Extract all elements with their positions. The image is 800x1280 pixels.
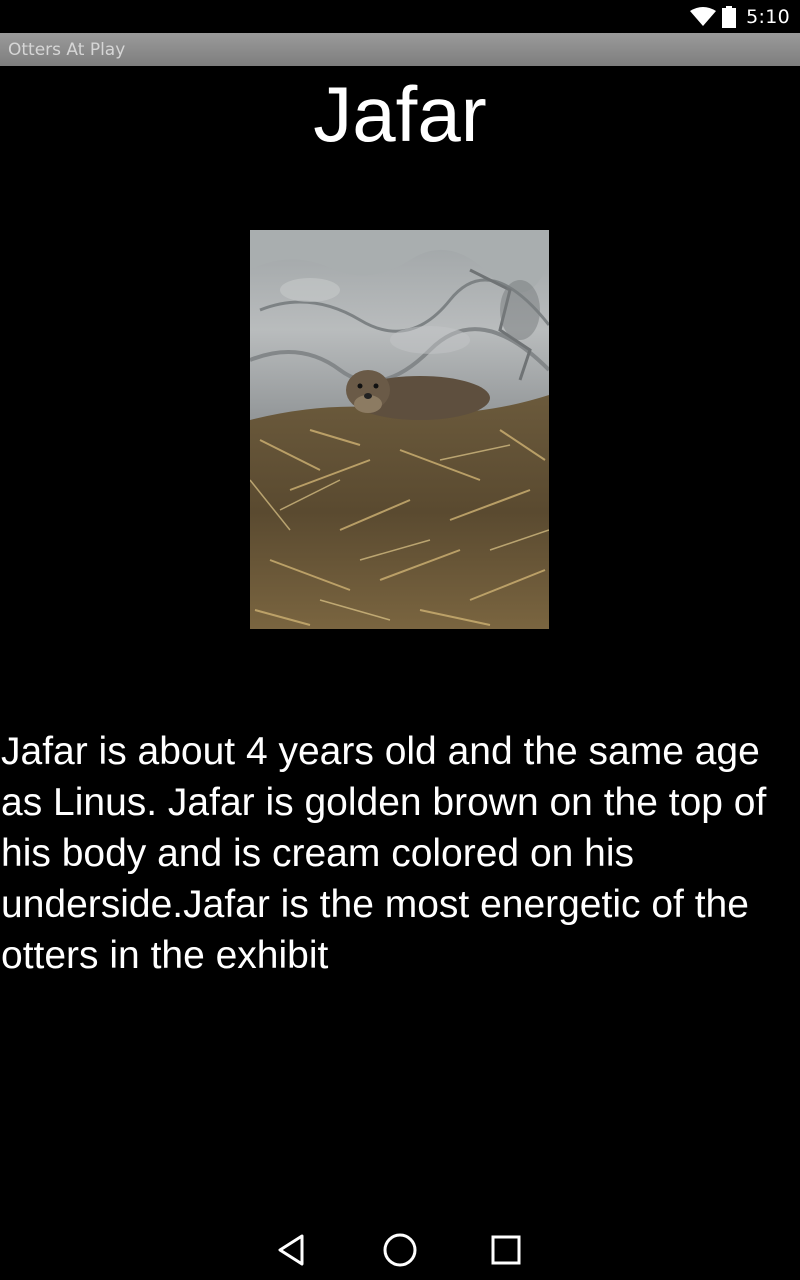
back-button[interactable]	[272, 1230, 312, 1270]
home-icon	[380, 1230, 420, 1270]
otter-name-heading: Jafar	[313, 70, 487, 158]
app-title: Otters At Play	[8, 39, 126, 60]
battery-icon	[722, 5, 737, 28]
home-button[interactable]	[380, 1230, 420, 1270]
status-bar: 5:10	[0, 0, 800, 33]
otter-description: Jafar is about 4 years old and the same …	[1, 730, 767, 977]
status-time: 5:10	[746, 5, 790, 28]
back-icon	[272, 1230, 312, 1270]
wifi-icon	[690, 6, 717, 27]
screen: 5:10 Otters At Play Jafar Jafar is about…	[0, 0, 800, 1280]
navigation-bar	[0, 1216, 800, 1280]
otter-photo	[250, 230, 549, 629]
recents-icon	[486, 1230, 526, 1270]
app-title-bar: Otters At Play	[0, 33, 800, 66]
recents-button[interactable]	[486, 1230, 526, 1270]
